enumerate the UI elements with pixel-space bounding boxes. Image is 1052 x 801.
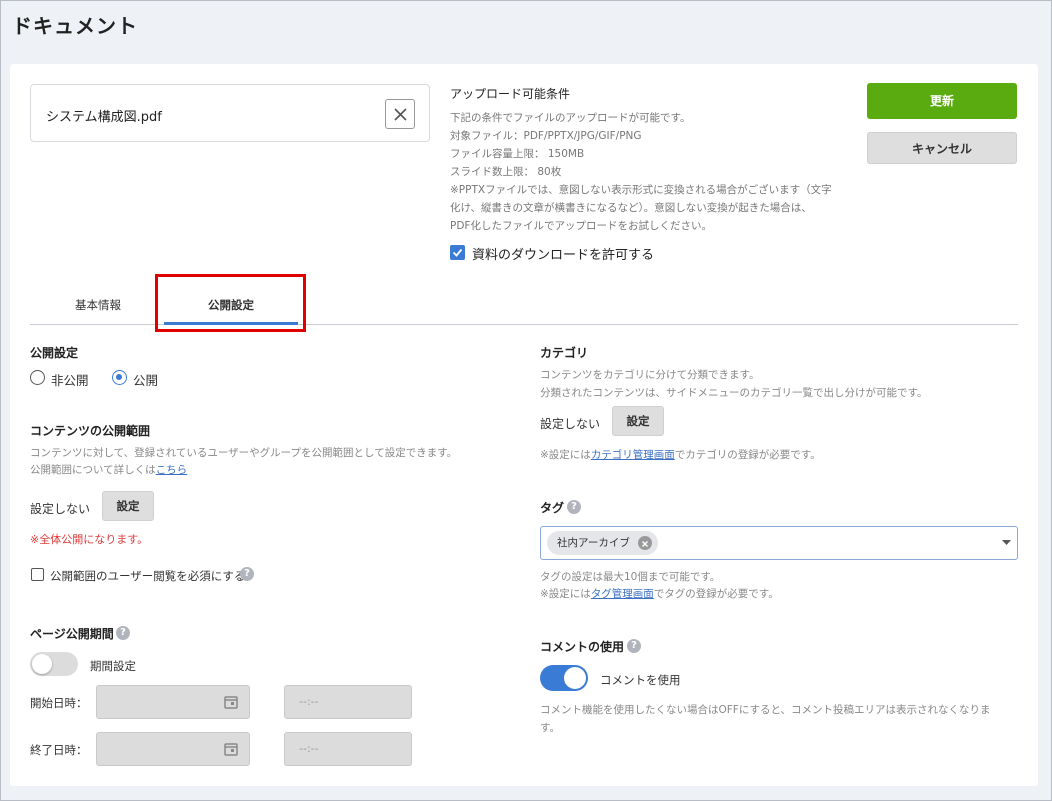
tags-note-text: でタグの登録が必要です。: [653, 588, 779, 600]
check-icon: [452, 248, 463, 257]
page-title: ドキュメント: [12, 14, 138, 38]
tag-admin-link[interactable]: タグ管理画面: [591, 588, 654, 600]
condition-line: PDF化したファイルでアップロードをお試しください。: [450, 220, 712, 232]
tags-note: ※設定にはタグ管理画面でタグの登録が必要です。: [540, 586, 779, 601]
scope-set-button[interactable]: 設定: [102, 491, 154, 521]
condition-line: ファイル容量上限： 150MB: [450, 148, 585, 160]
condition-line: ※PPTXファイルでは、意図しない表示形式に変換される場合がございます（文字: [450, 184, 832, 196]
end-time-field[interactable]: --:--: [284, 732, 412, 766]
require-view-checkbox[interactable]: [31, 568, 44, 581]
upload-conditions-title: アップロード可能条件: [450, 87, 571, 101]
comments-title: コメントの使用: [540, 640, 625, 654]
period-toggle[interactable]: [30, 652, 78, 676]
remove-tag-icon[interactable]: [637, 536, 652, 550]
comments-toggle-label[interactable]: コメントを使用: [600, 672, 681, 688]
condition-line: 対象ファイル：PDF/PPTX/JPG/GIF/PNG: [450, 130, 642, 142]
radio-public-label[interactable]: 公開: [133, 370, 158, 389]
category-note: ※設定にはカテゴリ管理画面でカテゴリの登録が必要です。: [540, 447, 821, 462]
calendar-icon: [224, 743, 238, 756]
file-name: システム構成図.pdf: [46, 110, 162, 125]
scope-detail-text: 公開範囲について詳しくは: [30, 464, 156, 476]
category-desc: コンテンツをカテゴリに分けて分類できます。: [540, 369, 760, 381]
tag-chip-label: 社内アーカイブ: [557, 537, 630, 549]
scope-detail-link[interactable]: こちら: [156, 464, 188, 476]
allow-download-label[interactable]: 資料のダウンロードを許可する: [472, 244, 654, 263]
help-icon[interactable]: ?: [240, 567, 254, 581]
tags-title: タグ: [540, 501, 565, 515]
time-placeholder: --:--: [299, 695, 319, 708]
tag-chip: 社内アーカイブ: [547, 531, 658, 555]
comments-desc: コメント機能を使用したくない場合はOFFにすると、コメント投稿エリアは表示されな…: [540, 704, 991, 716]
start-date-field[interactable]: [96, 685, 250, 719]
document-card: システム構成図.pdf アップロード可能条件 下記の条件でファイルのアップロード…: [10, 64, 1038, 786]
scope-warning: ※全体公開になります。: [30, 533, 149, 546]
time-placeholder: --:--: [299, 742, 319, 755]
calendar-icon: [224, 696, 238, 709]
scope-detail: 公開範囲について詳しくはこちら: [30, 462, 187, 477]
period-toggle-label[interactable]: 期間設定: [90, 658, 136, 674]
comments-toggle[interactable]: [540, 665, 588, 691]
radio-private-label[interactable]: 非公開: [51, 370, 89, 389]
category-set-button[interactable]: 設定: [612, 406, 664, 436]
category-desc: 分類されたコンテンツは、サイドメニューのカテゴリ一覧で出し分けが可能です。: [540, 387, 928, 399]
scope-title: コンテンツの公開範囲: [30, 424, 151, 438]
category-note-text: ※設定には: [540, 449, 591, 461]
scope-description: コンテンツに対して、登録されているユーザーやグループを公開範囲として設定できます…: [30, 447, 458, 459]
publish-title: 公開設定: [30, 346, 79, 360]
toggle-knob: [564, 667, 586, 689]
tab-basic-info[interactable]: 基本情報: [60, 297, 136, 325]
category-admin-link[interactable]: カテゴリ管理画面: [591, 449, 675, 461]
update-button[interactable]: 更新: [867, 83, 1017, 119]
chevron-down-icon: [1002, 540, 1011, 545]
condition-line: 化け、縦書きの文章が横書きになるなど）。意図しない変換が起きた場合は、: [450, 202, 812, 214]
toggle-knob: [32, 654, 52, 674]
highlight-box: [155, 274, 306, 332]
uploaded-file-box: システム構成図.pdf: [30, 84, 430, 142]
condition-line: スライド数上限： 80枚: [450, 166, 562, 178]
condition-line: 下記の条件でファイルのアップロードが可能です。: [450, 112, 691, 124]
end-label: 終了日時：: [30, 743, 88, 757]
category-note-text: でカテゴリの登録が必要です。: [674, 449, 821, 461]
period-title: ページ公開期間: [30, 627, 114, 641]
close-icon: [394, 108, 407, 121]
category-status: 設定しない: [540, 417, 601, 431]
tags-select[interactable]: 社内アーカイブ: [540, 526, 1018, 560]
start-time-field[interactable]: --:--: [284, 685, 412, 719]
comments-desc: す。: [540, 722, 560, 734]
radio-private[interactable]: [30, 370, 45, 385]
allow-download-checkbox[interactable]: [450, 245, 465, 260]
scope-status: 設定しない: [30, 502, 91, 516]
category-title: カテゴリ: [540, 346, 589, 360]
tags-note: タグの設定は最大10個まで可能です。: [540, 571, 721, 583]
start-label: 開始日時：: [30, 696, 88, 710]
help-icon[interactable]: ?: [627, 639, 641, 653]
help-icon[interactable]: ?: [116, 626, 130, 640]
tags-note-text: ※設定には: [540, 588, 591, 600]
cancel-button[interactable]: キャンセル: [867, 132, 1017, 164]
radio-public[interactable]: [112, 370, 127, 385]
end-date-field[interactable]: [96, 732, 250, 766]
help-icon[interactable]: ?: [567, 500, 581, 514]
remove-file-button[interactable]: [385, 99, 415, 129]
require-view-label[interactable]: 公開範囲のユーザー閲覧を必須にする: [50, 568, 245, 584]
